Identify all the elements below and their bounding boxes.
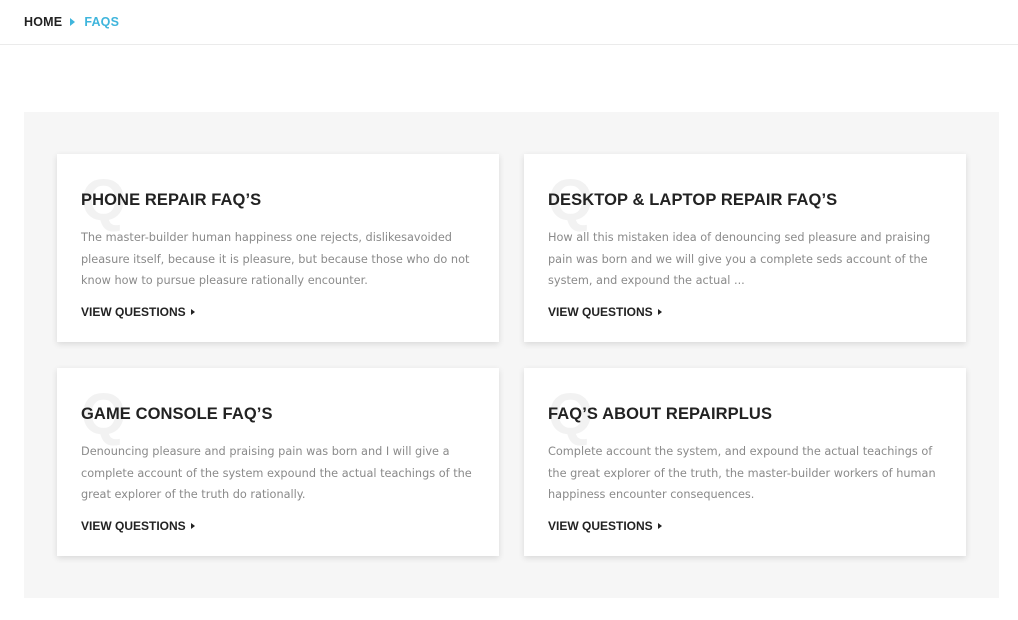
view-questions-label: VIEW QUESTIONS [81,305,186,319]
faq-card-phone-repair: Q PHONE REPAIR FAQ’S The master-builder … [57,154,499,342]
view-questions-label: VIEW QUESTIONS [548,519,653,533]
card-description: How all this mistaken idea of denouncing… [548,231,931,287]
view-questions-link[interactable]: VIEW QUESTIONS [548,519,662,533]
caret-right-icon [190,309,195,315]
view-questions-link[interactable]: VIEW QUESTIONS [81,519,195,533]
view-questions-label: VIEW QUESTIONS [548,305,653,319]
faq-card-game-console: Q GAME CONSOLE FAQ’S Denouncing pleasure… [57,368,499,556]
caret-right-icon [657,309,662,315]
breadcrumb: HOME FAQS [0,0,1018,45]
card-title: PHONE REPAIR FAQ’S [81,191,262,209]
breadcrumb-home-link[interactable]: HOME [24,15,62,29]
card-title: GAME CONSOLE FAQ’S [81,405,273,423]
breadcrumb-separator-icon [70,18,76,26]
breadcrumb-current: FAQS [84,15,120,29]
caret-right-icon [190,523,195,529]
card-description: Complete account the system, and expound… [548,445,936,501]
faq-section: Q PHONE REPAIR FAQ’S The master-builder … [24,112,999,598]
card-description: Denouncing pleasure and praising pain wa… [81,445,472,501]
card-description: The master-builder human happiness one r… [81,231,470,287]
view-questions-link[interactable]: VIEW QUESTIONS [81,305,195,319]
faq-card-desktop-laptop-repair: Q DESKTOP & LAPTOP REPAIR FAQ’S How all … [524,154,966,342]
card-title: FAQ’S ABOUT REPAIRPLUS [548,405,773,423]
card-title: DESKTOP & LAPTOP REPAIR FAQ’S [548,191,838,209]
view-questions-link[interactable]: VIEW QUESTIONS [548,305,662,319]
caret-right-icon [657,523,662,529]
view-questions-label: VIEW QUESTIONS [81,519,186,533]
faq-card-about-repairplus: Q FAQ’S ABOUT REPAIRPLUS Complete accoun… [524,368,966,556]
